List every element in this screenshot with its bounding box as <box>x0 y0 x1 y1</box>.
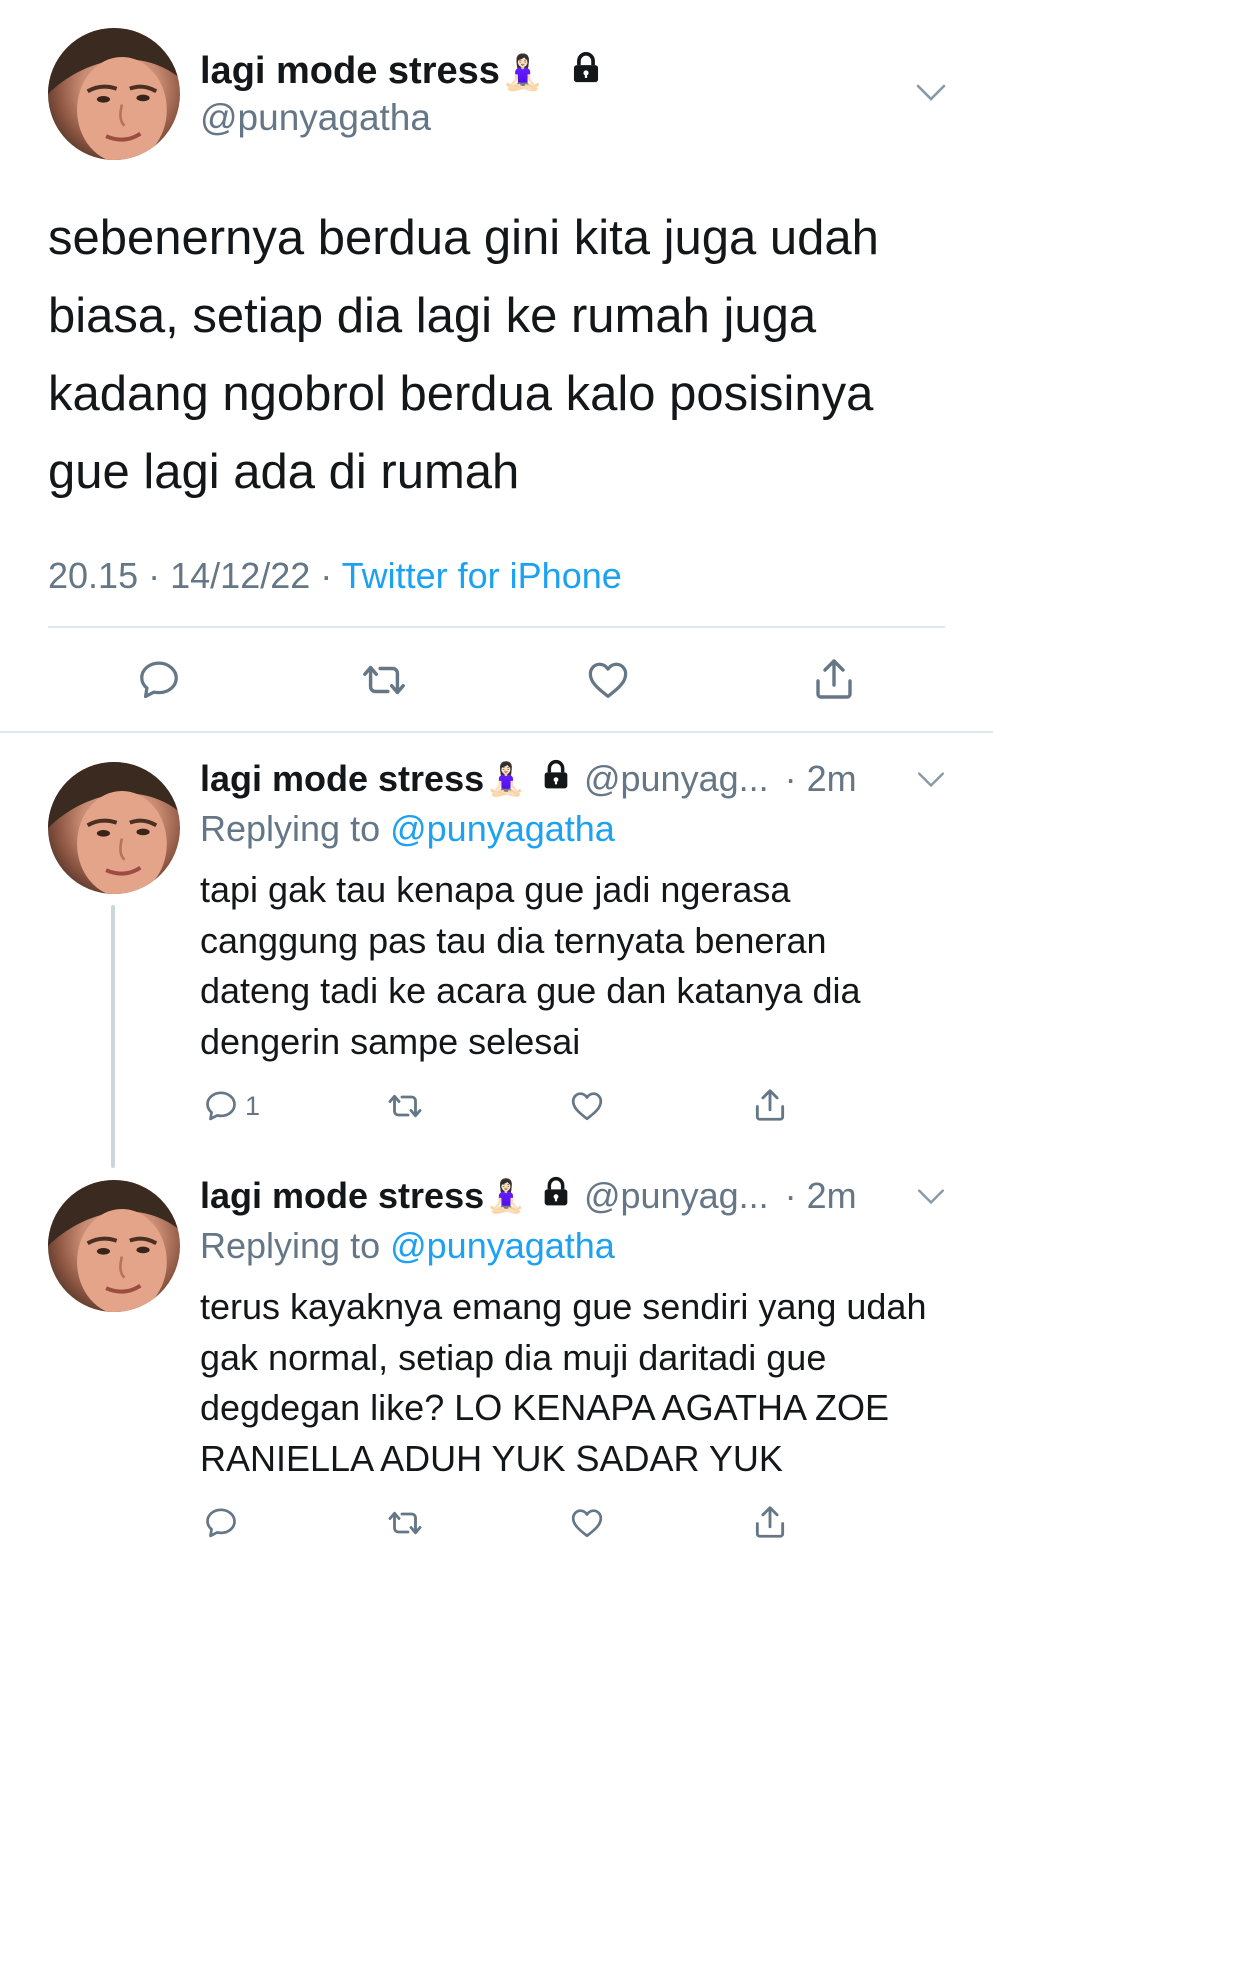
reply-count: 1 <box>245 1090 261 1121</box>
chevron-down-icon[interactable] <box>915 82 947 104</box>
meditation-emoji-icon: 🧘🏻‍♀️ <box>501 53 545 92</box>
tweet-time: 20.15 <box>48 555 139 596</box>
reply-header: lagi mode stress 🧘🏻‍♀️ @punyag... · 2m <box>200 758 857 800</box>
reply-avatar[interactable] <box>48 1180 180 1312</box>
meditation-emoji-icon: 🧘🏻‍♀️ <box>486 1178 526 1214</box>
share-button[interactable] <box>751 1085 789 1125</box>
replying-to-mention-link[interactable]: @punyagatha <box>390 1225 615 1266</box>
reply-button[interactable] <box>136 657 182 703</box>
reply-avatar[interactable] <box>48 762 180 894</box>
share-icon <box>755 1089 785 1121</box>
retweet-button[interactable] <box>383 1088 427 1124</box>
chevron-down-icon[interactable] <box>916 770 946 790</box>
thread-connector-line <box>111 905 115 1168</box>
reply-button[interactable]: 1 <box>203 1088 260 1124</box>
reply-display-name[interactable]: lagi mode stress <box>200 1175 484 1217</box>
main-tweet-text: sebenernya berdua gini kita juga udah bi… <box>48 211 879 499</box>
retweet-icon <box>363 665 405 695</box>
retweet-icon <box>388 1094 422 1118</box>
reply-button[interactable] <box>203 1505 239 1541</box>
main-tweet-avatar[interactable] <box>48 28 180 160</box>
reply-icon <box>206 1091 236 1121</box>
reply-time: · 2m <box>784 758 857 799</box>
tweet-source-link[interactable]: Twitter for iPhone <box>342 555 622 596</box>
reply-handle[interactable]: @punyag... <box>584 758 769 800</box>
reply-handle[interactable]: @punyag... <box>584 1175 769 1217</box>
reply-text: tapi gak tau kenapa gue jadi ngerasa can… <box>200 869 861 1062</box>
retweet-icon <box>388 1511 422 1535</box>
heart-icon <box>588 662 628 698</box>
share-button[interactable] <box>751 1502 789 1542</box>
share-button[interactable] <box>810 655 858 703</box>
reply-time: · 2m <box>784 1175 857 1216</box>
main-tweet-display-name[interactable]: lagi mode stress🧘🏻‍♀️ <box>200 50 603 95</box>
like-button[interactable] <box>568 1088 606 1124</box>
tweet-date: 14/12/22 <box>170 555 311 596</box>
meta-separator: · <box>320 555 333 596</box>
reply-header: lagi mode stress 🧘🏻‍♀️ @punyag... · 2m <box>200 1175 857 1217</box>
divider <box>48 626 945 628</box>
share-icon <box>755 1506 785 1538</box>
retweet-button[interactable] <box>356 657 412 703</box>
reply-icon <box>140 661 178 699</box>
lock-icon <box>569 51 603 95</box>
divider <box>0 731 993 733</box>
heart-icon <box>571 1092 603 1121</box>
like-button[interactable] <box>568 1505 606 1541</box>
avatar-face-image <box>48 762 180 894</box>
replying-to-mention-link[interactable]: @punyagatha <box>390 808 615 849</box>
replying-to: Replying to @punyagatha <box>200 808 615 849</box>
reply-text: terus kayaknya emang gue sendiri yang ud… <box>200 1286 927 1479</box>
heart-icon <box>571 1509 603 1538</box>
meditation-emoji-icon: 🧘🏻‍♀️ <box>486 761 526 797</box>
like-button[interactable] <box>584 657 632 703</box>
replying-to: Replying to @punyagatha <box>200 1225 615 1266</box>
avatar-face-image <box>48 28 180 160</box>
lock-icon <box>540 758 572 800</box>
reply-display-name[interactable]: lagi mode stress <box>200 758 484 800</box>
reply-icon <box>206 1508 236 1538</box>
retweet-button[interactable] <box>383 1505 427 1541</box>
tweet-metadata: 20.15 · 14/12/22 · Twitter for iPhone <box>48 555 622 597</box>
lock-icon <box>540 1175 572 1217</box>
meta-separator: · <box>148 555 161 596</box>
share-icon <box>816 659 852 699</box>
avatar-face-image <box>48 1180 180 1312</box>
main-tweet-handle[interactable]: @punyagatha <box>200 97 431 139</box>
chevron-down-icon[interactable] <box>916 1187 946 1207</box>
